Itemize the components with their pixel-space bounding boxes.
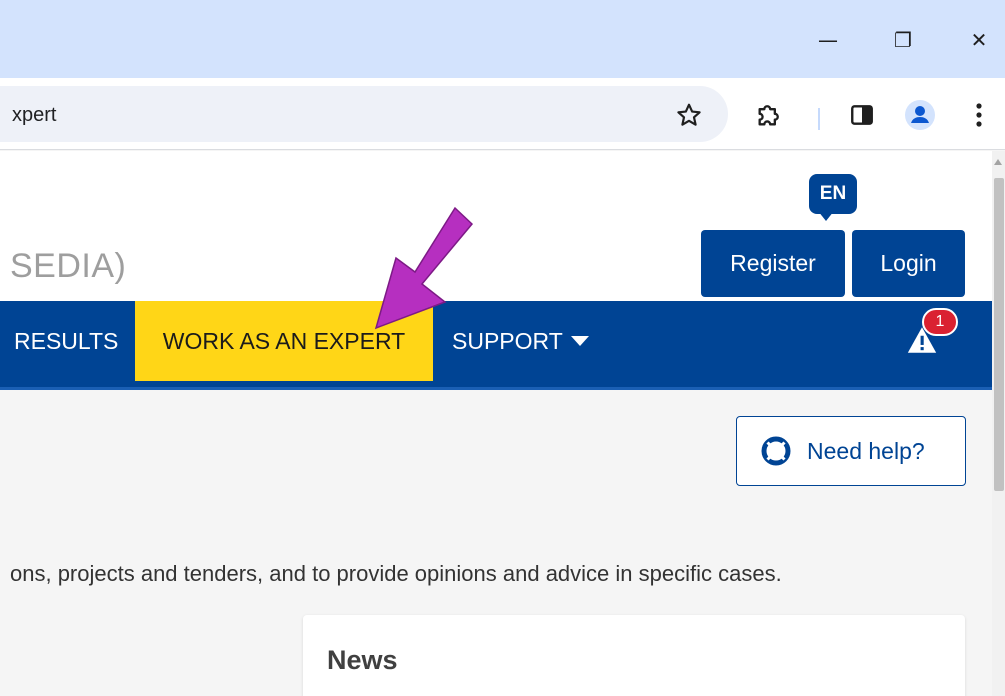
- language-selector[interactable]: EN: [809, 174, 857, 214]
- address-bar[interactable]: xpert: [0, 86, 728, 142]
- profile-avatar-icon[interactable]: [903, 98, 937, 132]
- scrollbar-thumb[interactable]: [994, 178, 1004, 491]
- close-window-button[interactable]: ✕: [956, 18, 1002, 62]
- scroll-up-arrow-icon[interactable]: [994, 159, 1002, 165]
- caret-down-icon: [570, 336, 589, 346]
- maximize-button[interactable]: ❐: [880, 18, 926, 62]
- web-page: SEDIA) EN Register Login RESULTS WORK AS…: [0, 151, 992, 696]
- need-help-button[interactable]: Need help?: [736, 416, 966, 486]
- address-bar-text: xpert: [12, 104, 57, 126]
- browser-menu-icon[interactable]: [962, 98, 996, 132]
- browser-titlebar: — ❐ ✕: [0, 0, 1005, 78]
- extensions-puzzle-icon[interactable]: [752, 98, 786, 132]
- site-title: SEDIA): [10, 247, 127, 285]
- lifebuoy-icon: [761, 436, 791, 466]
- bookmark-star-icon[interactable]: [672, 98, 706, 132]
- minimize-button[interactable]: —: [805, 18, 851, 62]
- news-card: News: [303, 615, 965, 696]
- toolbar-separator: [818, 108, 820, 130]
- need-help-label: Need help?: [807, 437, 925, 464]
- notification-count-badge: 1: [922, 308, 958, 336]
- intro-paragraph: ons, projects and tenders, and to provid…: [10, 561, 782, 586]
- nav-item-results[interactable]: RESULTS: [0, 301, 118, 381]
- login-button[interactable]: Login: [852, 230, 965, 297]
- register-button[interactable]: Register: [701, 230, 845, 297]
- site-header: SEDIA) EN Register Login: [0, 151, 992, 301]
- page-scrollbar[interactable]: [992, 151, 1005, 696]
- side-panel-icon[interactable]: [845, 98, 879, 132]
- language-badge-tail: [818, 211, 834, 221]
- browser-toolbar: xpert: [0, 78, 1005, 150]
- annotation-arrow-icon: [374, 206, 474, 330]
- news-heading: News: [327, 645, 398, 675]
- main-navigation: RESULTS WORK AS AN EXPERT SUPPORT 1: [0, 301, 992, 390]
